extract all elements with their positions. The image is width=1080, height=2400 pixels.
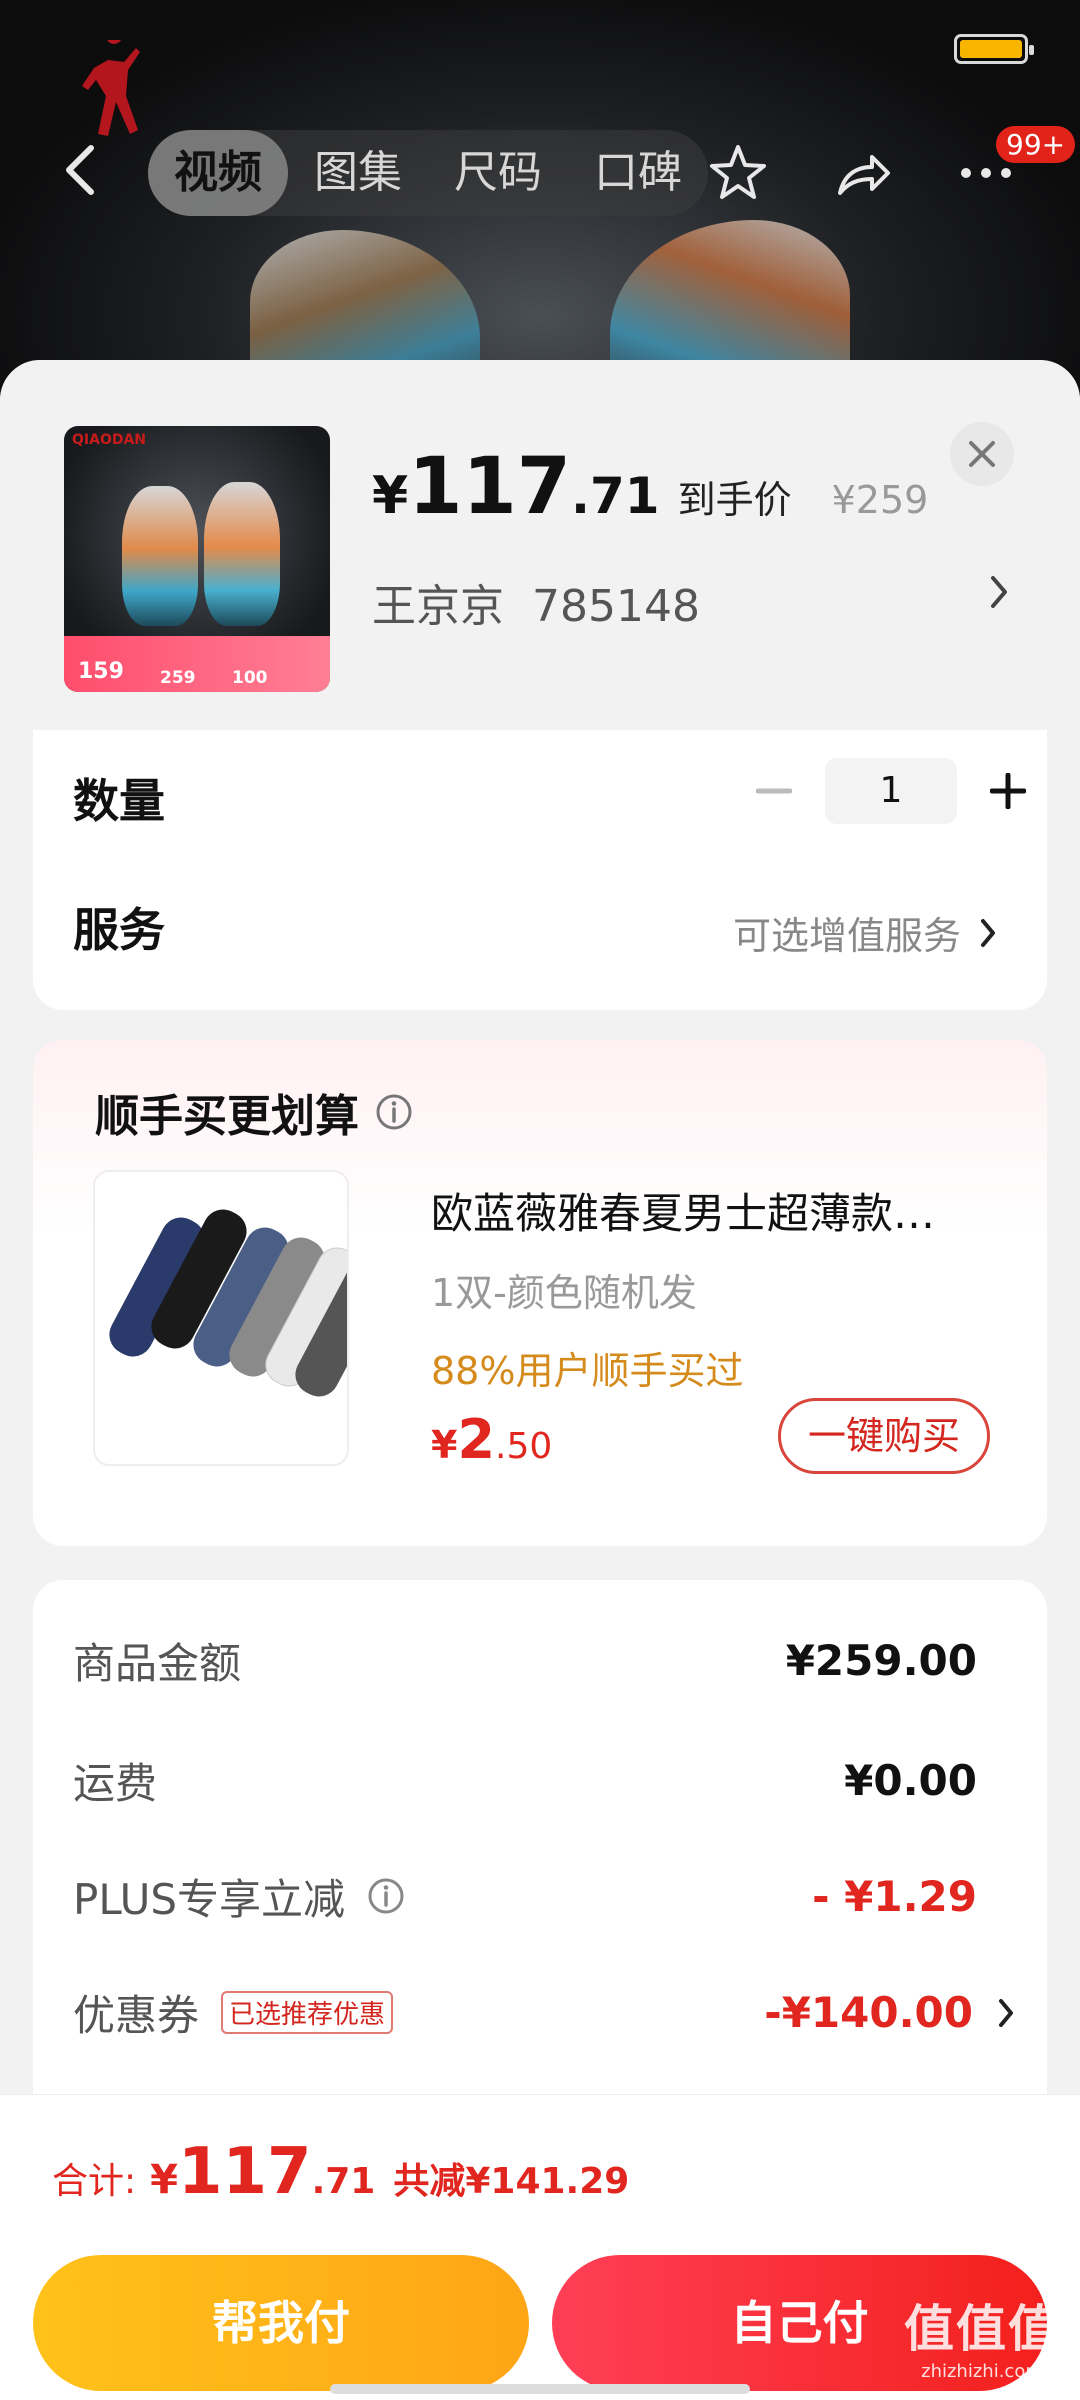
upsell-item-spec: 1双-颜色随机发 (431, 1271, 697, 1315)
chevron-left-icon (66, 145, 94, 195)
close-icon (969, 441, 995, 467)
upsell-thumbnail[interactable] (93, 1170, 349, 1466)
battery-icon (954, 34, 1034, 64)
seller-row[interactable]: 王京京 785148 (372, 570, 700, 634)
service-value: 可选增值服务 (732, 914, 961, 958)
increment-button[interactable] (977, 758, 1039, 824)
favorite-button[interactable] (705, 140, 771, 206)
tab-video[interactable]: 视频 (148, 130, 288, 216)
upsell-card: 顺手买更划算 欧蓝薇雅春夏男士超薄款… 1双-颜色随机发 88%用户顺手买过 ¥… (33, 1040, 1047, 1546)
header-actions (705, 140, 1019, 206)
options-card: 数量 1 服务 可选增值服务 (33, 730, 1047, 1010)
product-price: ¥ 117 .71 到手价 ¥259 (372, 442, 929, 532)
fee-breakdown-card: 商品金额 ¥259.00 运费 ¥0.00 PLUS专享立减 - ¥1.29 优… (33, 1580, 1047, 2140)
fee-label: PLUS专享立减 (73, 1866, 405, 1927)
star-icon (710, 145, 766, 199)
info-icon[interactable] (367, 1877, 405, 1915)
fee-value: ¥0.00 (844, 1755, 977, 1805)
chevron-right-icon (981, 918, 995, 947)
fee-value: -¥140.00 (764, 1987, 973, 2037)
seller-code: 785148 (532, 581, 700, 632)
seller-name: 王京京 (372, 581, 504, 632)
one-click-buy-button[interactable]: 一键购买 (778, 1398, 990, 1474)
upsell-heading: 顺手买更划算 (95, 1080, 413, 1144)
fee-label: 优惠券 已选推荐优惠 (73, 1982, 394, 2043)
minus-icon (756, 788, 792, 794)
coupon-row[interactable]: 优惠券 已选推荐优惠 -¥140.00 (73, 1982, 1013, 2043)
quantity-label: 数量 (73, 774, 165, 828)
tab-reviews[interactable]: 口碑 (568, 130, 708, 216)
back-button[interactable] (55, 140, 105, 200)
service-selector[interactable]: 可选增值服务 (733, 905, 997, 960)
price-tag: 到手价 (677, 478, 792, 522)
upsell-item-title[interactable]: 欧蓝薇雅春夏男士超薄款… (431, 1180, 1011, 1241)
quantity-stepper: 1 (743, 758, 1039, 824)
total-saving: 共减¥141.29 (393, 2161, 630, 2202)
thumb-price-1: 159 (78, 659, 124, 684)
fee-label: 运费 (73, 1758, 158, 1808)
fee-row: PLUS专享立减 - ¥1.29 (73, 1866, 1007, 1926)
info-icon[interactable] (375, 1093, 413, 1131)
decrement-button[interactable] (743, 758, 805, 824)
original-price: ¥259 (831, 478, 929, 522)
product-summary: QIAODAN 159 259 100 ¥ 117 .71 到手价 ¥259 王… (0, 360, 1080, 730)
fee-value: - ¥1.29 (812, 1871, 977, 1921)
fee-label: 商品金额 (73, 1638, 242, 1688)
thumb-price-3: 100 (232, 668, 268, 688)
order-total: 合计: ¥ 117 .71 共减¥141.29 (52, 2135, 630, 2209)
quantity-field[interactable]: 1 (825, 758, 957, 824)
tab-gallery[interactable]: 图集 (288, 130, 428, 216)
upsell-social-proof: 88%用户顺手买过 (431, 1349, 744, 1393)
watermark: 值值值 zhizhizhi.com (904, 2300, 1060, 2382)
close-button[interactable] (950, 422, 1014, 486)
cart-badge: 99+ (996, 126, 1076, 163)
upsell-price: ¥ 2 .50 (431, 1408, 553, 1471)
fee-row: 商品金额 ¥259.00 (73, 1630, 1007, 1690)
brand-logo-icon (82, 40, 140, 136)
fee-row: 运费 ¥0.00 (73, 1750, 1007, 1810)
chevron-right-icon[interactable] (988, 572, 1010, 612)
checkout-bar: 合计: ¥ 117 .71 共减¥141.29 帮我付 自己付 值值值 zhiz… (0, 2094, 1080, 2400)
chevron-right-icon (999, 1999, 1013, 2027)
coupon-tag: 已选推荐优惠 (221, 1990, 394, 2034)
service-label: 服务 (73, 903, 165, 957)
product-thumbnail[interactable]: QIAODAN 159 259 100 (64, 426, 330, 692)
thumb-brand: QIAODAN (72, 432, 147, 448)
thumb-price-2: 259 (160, 668, 196, 688)
home-indicator[interactable] (330, 2384, 750, 2394)
tab-size[interactable]: 尺码 (428, 130, 568, 216)
share-icon (838, 155, 890, 195)
media-tabs: 视频 图集 尺码 口碑 (148, 130, 708, 216)
help-pay-button[interactable]: 帮我付 (33, 2255, 529, 2391)
share-button[interactable] (829, 140, 895, 206)
fee-value: ¥259.00 (785, 1635, 977, 1685)
plus-icon (990, 773, 1026, 809)
